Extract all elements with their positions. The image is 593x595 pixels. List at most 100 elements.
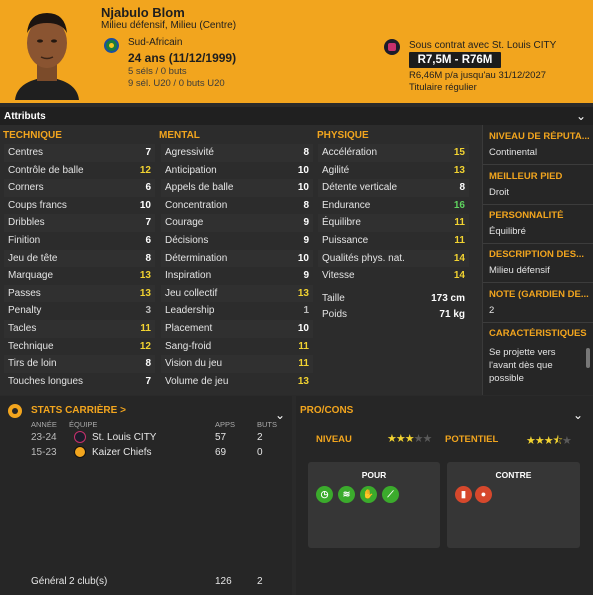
cons-title: CONTRE xyxy=(495,470,532,480)
attribute-name: Vision du jeu xyxy=(165,358,223,370)
attribute-row[interactable]: Tacles 11 xyxy=(8,320,151,338)
attribute-value: 9 xyxy=(303,235,309,246)
chevron-down-icon[interactable]: ⌄ xyxy=(573,408,583,422)
attribute-row[interactable]: Penalty 3 xyxy=(8,302,151,320)
attribute-name: Tirs de loin xyxy=(8,358,57,370)
attribute-name: Anticipation xyxy=(165,164,217,176)
attribute-value: 7 xyxy=(145,217,151,229)
attribute-name: Qualités phys. nat. xyxy=(322,252,405,264)
career-goals: 2 xyxy=(257,432,263,443)
attribute-row[interactable]: Sang-froid 11 xyxy=(165,338,309,356)
teamwork-icon[interactable]: ✋ xyxy=(360,486,377,503)
col-goals-header: BUTS xyxy=(257,420,278,429)
attribute-row[interactable]: Centres 7 xyxy=(8,144,151,162)
foot-label: MEILLEUR PIED xyxy=(489,171,563,182)
attribute-name: Jeu collectif xyxy=(165,287,218,299)
attribute-row[interactable]: Agressivité 8 xyxy=(165,144,309,162)
attribute-name: Agressivité xyxy=(165,147,214,158)
divider xyxy=(483,204,593,205)
attribute-row[interactable]: Tirs de loin 8 xyxy=(8,355,151,373)
attribute-value: 15 xyxy=(453,147,465,158)
attribute-row[interactable]: Équilibre 11 xyxy=(322,214,465,232)
attribute-row[interactable]: Touches longues 7 xyxy=(8,373,151,391)
attribute-name: Dribbles xyxy=(8,217,45,229)
aerial-icon[interactable]: ● xyxy=(475,486,492,503)
attribute-row[interactable]: Volume de jeu 13 xyxy=(165,373,309,391)
contract-status[interactable]: Sous contrat avec St. Louis CITY xyxy=(409,40,556,51)
attributes-header[interactable]: Attributs ⌄ xyxy=(0,107,593,125)
traits-value: Se projette vers l'avant dès que possibl… xyxy=(489,347,556,384)
attribute-row[interactable]: Marquage 13 xyxy=(8,267,151,285)
attribute-value: 10 xyxy=(297,164,309,176)
attribute-row[interactable]: Inspiration 9 xyxy=(165,267,309,285)
attribute-row[interactable]: Détermination 10 xyxy=(165,250,309,268)
passing-icon[interactable]: ≋ xyxy=(338,486,355,503)
attribute-row[interactable]: Endurance 16 xyxy=(322,197,465,215)
attribute-row[interactable]: Technique 12 xyxy=(8,338,151,356)
attribute-name: Appels de balle xyxy=(165,182,234,194)
player-position: Milieu défensif, Milieu (Centre) xyxy=(101,20,237,31)
attribute-name: Sang-froid xyxy=(165,340,212,352)
attribute-row[interactable]: Placement 10 xyxy=(165,320,309,338)
attribute-row[interactable]: Passes 13 xyxy=(8,285,151,303)
pros-title: POUR xyxy=(361,470,387,480)
attribute-row[interactable]: Finition 6 xyxy=(8,232,151,250)
career-row[interactable]: 23-24 St. Louis CITY 57 2 xyxy=(0,430,292,445)
attribute-row[interactable]: Courage 9 xyxy=(165,214,309,232)
career-year: 15-23 xyxy=(31,447,57,458)
attribute-row[interactable]: Appels de balle 10 xyxy=(165,179,309,197)
attribute-row[interactable]: Puissance 11 xyxy=(322,232,465,250)
star-icon: ★ xyxy=(395,433,406,445)
attribute-name: Inspiration xyxy=(165,270,212,282)
south-africa-flag-icon xyxy=(104,38,119,53)
attribute-row[interactable]: Vision du jeu 11 xyxy=(165,355,309,373)
career-row[interactable]: 15-23 Kaizer Chiefs 69 0 xyxy=(0,445,292,460)
attribute-value: 16 xyxy=(453,199,465,211)
attribute-row[interactable]: Jeu de tête 8 xyxy=(8,250,151,268)
attribute-row[interactable]: Agilité 13 xyxy=(322,162,465,180)
gk-rating-value: 2 xyxy=(489,305,495,316)
stamina-icon[interactable]: ◷ xyxy=(316,486,333,503)
club-badge-icon[interactable] xyxy=(384,39,400,55)
attribute-row[interactable]: Corners 6 xyxy=(8,179,151,197)
star-icon: ★ xyxy=(422,433,433,445)
info-scrollbar[interactable] xyxy=(586,348,590,368)
attribute-row[interactable]: Leadership 1 xyxy=(165,302,309,320)
attribute-row[interactable]: Décisions 9 xyxy=(165,232,309,250)
attribute-row[interactable]: Coups francs 10 xyxy=(8,197,151,215)
attribute-row[interactable]: Dribbles 7 xyxy=(8,214,151,232)
mental-heading: MENTAL xyxy=(159,130,200,141)
foot-value: Droit xyxy=(489,187,510,198)
career-team[interactable]: Kaizer Chiefs xyxy=(92,445,151,460)
cons-box: CONTRE ▮ ● xyxy=(447,462,580,548)
attribute-value: 3 xyxy=(145,305,151,317)
attribute-row[interactable]: Vitesse 14 xyxy=(322,267,465,285)
attribute-value: 8 xyxy=(303,147,309,158)
attribute-value: 6 xyxy=(145,235,151,246)
attribute-value: 6 xyxy=(145,182,151,194)
attribute-name: Puissance xyxy=(322,235,369,246)
transfer-value: R7,5M - R76M xyxy=(409,52,501,68)
attribute-row[interactable]: Contrôle de balle 12 xyxy=(8,162,151,180)
attribute-name: Accélération xyxy=(322,147,378,158)
attribute-row[interactable]: Accélération 15 xyxy=(322,144,465,162)
attribute-value: 8 xyxy=(145,252,151,264)
tackling-icon[interactable]: ⟋ xyxy=(382,486,399,503)
attribute-name: Placement xyxy=(165,323,213,334)
player-nationality[interactable]: Sud-Africain xyxy=(128,37,182,48)
player-header: Njabulo Blom Milieu défensif, Milieu (Ce… xyxy=(0,0,593,103)
attribute-row[interactable]: Jeu collectif 13 xyxy=(165,285,309,303)
career-team[interactable]: St. Louis CITY xyxy=(92,430,156,445)
chevron-down-icon[interactable]: ⌄ xyxy=(576,109,586,123)
attribute-row[interactable]: Concentration 8 xyxy=(165,197,309,215)
attribute-row[interactable]: Détente verticale 8 xyxy=(322,179,465,197)
discipline-icon[interactable]: ▮ xyxy=(455,486,472,503)
attribute-row[interactable]: Qualités phys. nat. 14 xyxy=(322,250,465,268)
col-year-header: ANNÉE xyxy=(31,420,57,429)
career-total-label: Général xyxy=(31,576,67,587)
attribute-name: Passes xyxy=(8,287,41,299)
career-stats-link[interactable]: STATS CARRIÈRE > xyxy=(31,405,126,416)
attribute-name: Décisions xyxy=(165,235,209,246)
attribute-row[interactable]: Anticipation 10 xyxy=(165,162,309,180)
player-caps: 5 séls / 0 buts xyxy=(128,66,187,77)
